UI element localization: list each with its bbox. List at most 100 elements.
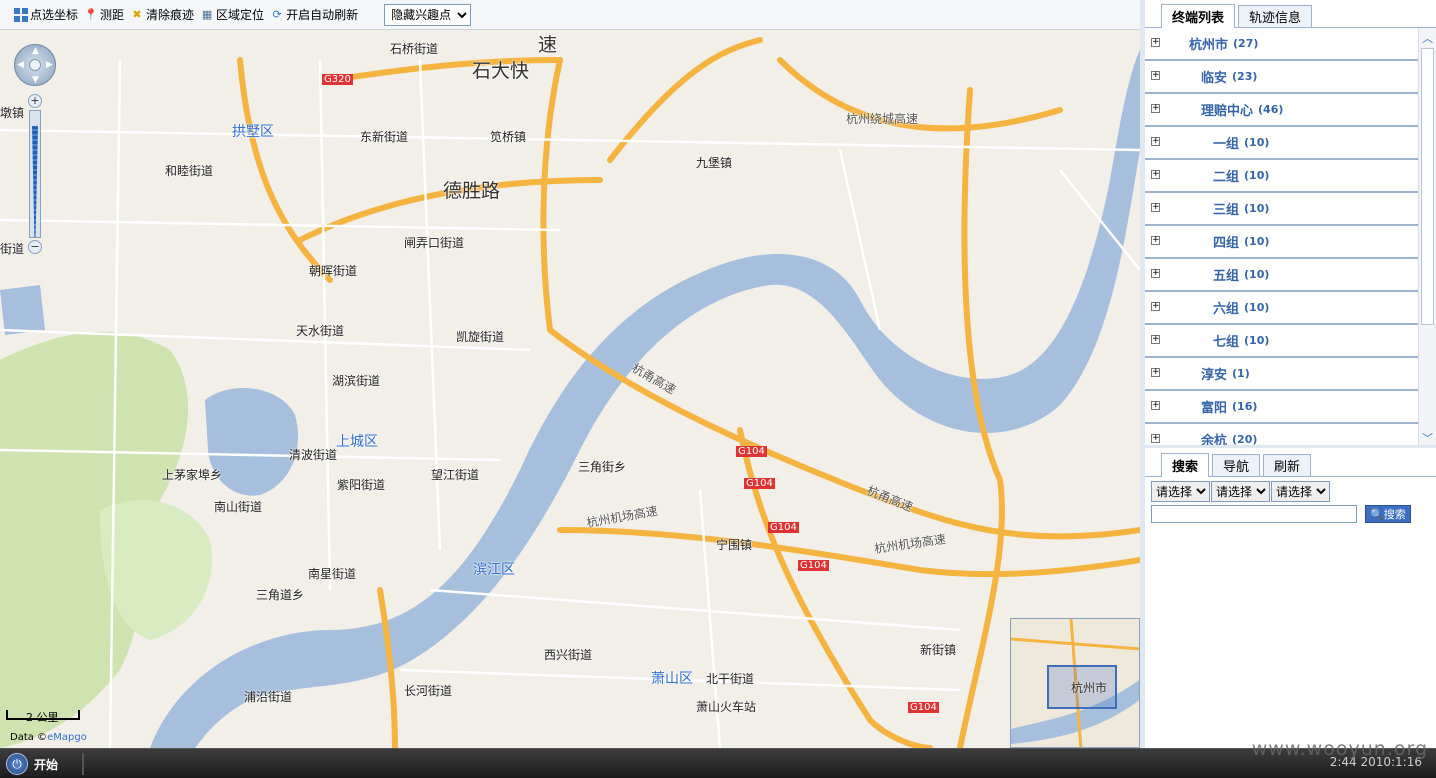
tree-node[interactable]: + 六组 (10) [1145,292,1418,325]
expand-icon[interactable]: + [1151,434,1160,443]
scale-label: 2 公里 [26,711,59,724]
tree-node-count: (10) [1244,301,1270,314]
search-input[interactable] [1151,505,1357,523]
expand-icon[interactable]: + [1151,335,1160,344]
tree-node[interactable]: + 富阳 (16) [1145,391,1418,424]
north-water [0,285,45,335]
road-label: 杭州绕城高速 [846,112,919,126]
taskbar-divider [82,753,84,775]
pan-control[interactable]: ▲ ▼ ◀ ▶ [14,44,56,86]
map-label: 朝晖街道 [309,264,358,278]
tab-search[interactable]: 搜索 [1161,453,1210,477]
expand-icon[interactable]: + [1151,104,1160,113]
tree-node-label: 五组 [1213,269,1240,284]
district-label: 萧山区 [651,671,693,687]
map-label: 湖滨街道 [332,374,381,388]
map-label: 闸弄口街道 [404,236,465,250]
zoom-slider[interactable]: + − [26,94,46,254]
tree-node-label: 三组 [1213,203,1240,218]
pan-center-icon[interactable] [29,59,41,71]
expand-icon[interactable]: + [1151,170,1160,179]
tree-node[interactable]: + 三组 (10) [1145,193,1418,226]
district-label: 上城区 [336,434,378,450]
map-canvas[interactable]: 石桥街道 石大快 速 墩镇 拱墅区 东新街道 笕桥镇 和睦街道 九堡镇 德胜路 … [0,30,1140,748]
pan-up-icon[interactable]: ▲ [32,46,39,56]
search-button[interactable]: 🔍 搜索 [1365,505,1411,523]
start-button[interactable]: ⏻ 开始 [6,751,72,777]
data-credit-brand[interactable]: eMapgo [47,732,87,743]
map-label: 宁围镇 [716,538,753,552]
tree-node-count: (16) [1232,400,1258,413]
tool-label: 开启自动刷新 [286,8,359,22]
region-locate-tool[interactable]: ▦ 区域定位 [200,6,264,23]
expand-icon[interactable]: + [1151,137,1160,146]
tree-node-count: (10) [1244,136,1270,149]
tree-node[interactable]: + 杭州市 (27) [1145,28,1418,61]
tab-navigation[interactable]: 导航 [1212,454,1261,476]
expand-icon[interactable]: + [1151,401,1160,410]
overview-map[interactable]: 杭州市 [1010,618,1140,748]
pan-left-icon[interactable]: ◀ [17,60,24,70]
map-label: 东新街道 [360,130,409,144]
expand-icon[interactable]: + [1151,71,1160,80]
pan-right-icon[interactable]: ▶ [46,60,53,70]
scroll-up-icon[interactable]: ︿ [1422,30,1433,46]
expand-icon[interactable]: + [1151,302,1160,311]
tree-node-count: (10) [1244,334,1270,347]
tree-node[interactable]: + 理赔中心 (46) [1145,94,1418,127]
tool-label: 测距 [100,8,125,22]
tab-terminal-list[interactable]: 终端列表 [1161,4,1236,28]
start-label: 开始 [34,757,59,772]
tab-track-info[interactable]: 轨迹信息 [1238,5,1313,27]
tree-node[interactable]: + 四组 (10) [1145,226,1418,259]
expand-icon[interactable]: + [1151,236,1160,245]
auto-refresh-tool[interactable]: ⟳ 开启自动刷新 [270,6,358,23]
district-label: 拱墅区 [232,124,274,140]
zoom-track[interactable] [29,110,41,238]
filter-select-2[interactable]: 请选择 [1211,481,1270,502]
expand-icon[interactable]: + [1151,368,1160,377]
clear-trace-tool[interactable]: ✖ 清除痕迹 [130,6,194,23]
tree-node-label: 余杭 [1201,434,1228,448]
pan-down-icon[interactable]: ▼ [32,75,39,85]
map-label: 浦沿街道 [244,690,293,704]
tree-node-label: 杭州市 [1189,38,1229,53]
map-label: 德胜路 [443,180,501,202]
tree-node-label: 临安 [1201,71,1228,86]
search-panel: 搜索 导航 刷新 请选择 请选择 请选择 🔍 搜索 [1145,451,1436,748]
tree-node-label: 一组 [1213,137,1240,152]
tree-node[interactable]: + 一组 (10) [1145,127,1418,160]
pick-coordinate-tool[interactable]: 点选坐标 [14,6,78,23]
map-label: 萧山火车站 [696,700,757,714]
scroll-thumb[interactable] [1421,48,1434,325]
map-toolbar: 点选坐标 📍 测距 ✖ 清除痕迹 ▦ 区域定位 ⟳ 开启自动刷新 隐藏兴趣点 [0,0,1140,30]
tree-node[interactable]: + 五组 (10) [1145,259,1418,292]
list-scrollbar[interactable]: ︿ ﹀ [1418,28,1436,445]
poi-visibility-select[interactable]: 隐藏兴趣点 [384,3,472,26]
filter-select-3[interactable]: 请选择 [1271,481,1330,502]
tree-node-count: (1) [1232,367,1250,380]
tree-node[interactable]: + 七组 (10) [1145,325,1418,358]
tree-node-count: (10) [1244,202,1270,215]
district-label: 滨江区 [473,562,515,578]
tree-node[interactable]: + 余杭 (20) [1145,424,1418,448]
expand-icon[interactable]: + [1151,203,1160,212]
tree-node[interactable]: + 临安 (23) [1145,61,1418,94]
tool-label: 清除痕迹 [146,8,195,22]
tree-node[interactable]: + 二组 (10) [1145,160,1418,193]
tree-node[interactable]: + 淳安 (1) [1145,358,1418,391]
measure-distance-tool[interactable]: 📍 测距 [84,6,124,23]
map-label: 石桥街道 [390,42,439,56]
filter-select-1[interactable]: 请选择 [1151,481,1210,502]
road-shield: G104 [908,702,939,713]
road-shield: G104 [768,522,799,533]
expand-icon[interactable]: + [1151,38,1160,47]
terminal-tree: + 杭州市 (27) + 临安 (23) + 理赔中心 (46) + 一组 (10) + 二组 (10) + 三… [1145,28,1436,448]
zoom-out-button[interactable]: − [28,240,42,254]
expand-icon[interactable]: + [1151,269,1160,278]
zoom-in-button[interactable]: + [28,94,42,108]
scroll-down-icon[interactable]: ﹀ [1422,430,1433,445]
tool-label: 点选坐标 [30,8,79,22]
tree-node-label: 淳安 [1201,368,1228,383]
tab-refresh[interactable]: 刷新 [1263,454,1312,476]
